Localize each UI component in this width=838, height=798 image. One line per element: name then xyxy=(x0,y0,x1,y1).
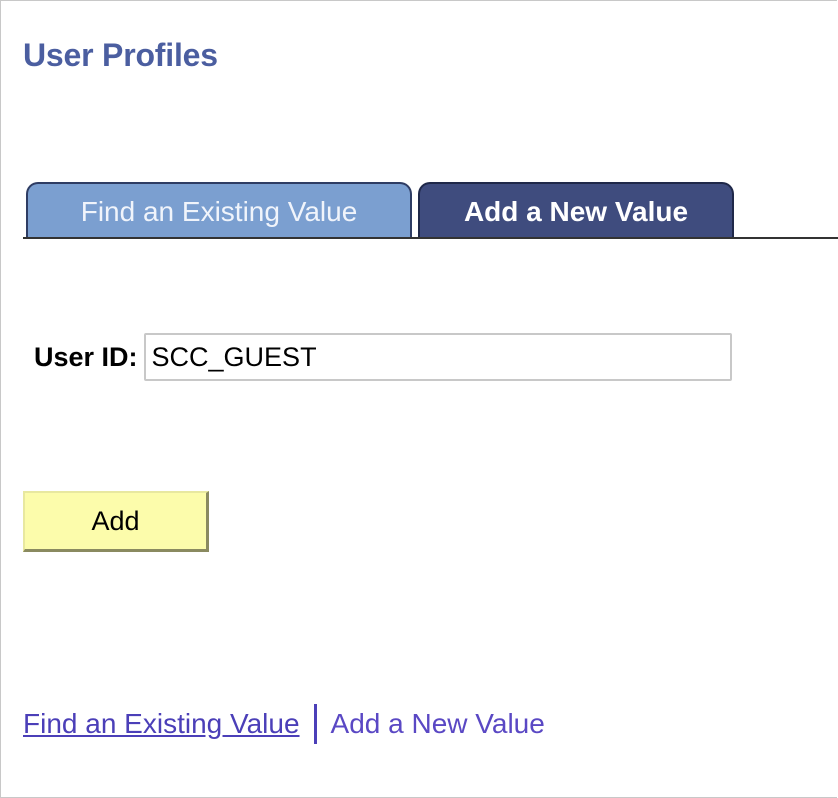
tab-find-existing-value[interactable]: Find an Existing Value xyxy=(26,182,412,237)
tab-add-new-value[interactable]: Add a New Value xyxy=(418,182,734,239)
tab-find-existing-value-label: Find an Existing Value xyxy=(80,196,358,227)
user-id-label: User ID: xyxy=(34,341,138,372)
user-id-row: User ID: xyxy=(34,332,732,382)
find-existing-value-link[interactable]: Find an Existing Value xyxy=(23,708,300,740)
page-title: User Profiles xyxy=(23,37,218,73)
tab-baseline xyxy=(23,237,838,239)
user-id-input[interactable] xyxy=(143,333,732,381)
page-frame: User Profiles Find an Existing Value Add… xyxy=(0,0,838,798)
bottom-links: Find an Existing Value Add a New Value xyxy=(23,703,545,745)
tab-add-new-value-label: Add a New Value xyxy=(463,196,689,227)
tab-bar: Find an Existing Value Add a New Value xyxy=(23,182,838,239)
add-button[interactable]: Add xyxy=(23,491,209,552)
add-new-value-link[interactable]: Add a New Value xyxy=(331,708,545,740)
link-separator xyxy=(313,704,317,744)
